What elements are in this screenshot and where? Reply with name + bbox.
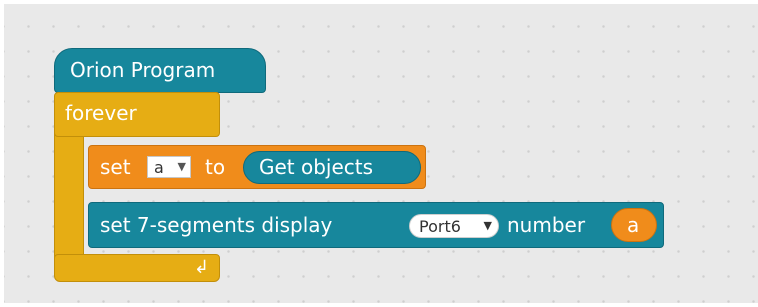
get-objects-reporter[interactable]: Get objects xyxy=(243,151,421,184)
dropdown-arrow-icon: ▼ xyxy=(177,160,186,173)
port-dropdown-value: Port6 xyxy=(419,217,461,236)
display-block-label: set 7-segments display xyxy=(100,213,333,237)
variable-a-reporter[interactable]: a xyxy=(611,208,657,242)
variable-dropdown[interactable]: a ▼ xyxy=(147,156,191,178)
number-label: number xyxy=(507,213,586,237)
get-objects-label: Get objects xyxy=(259,155,374,179)
port-dropdown[interactable]: Port6 ▼ xyxy=(409,214,499,238)
orion-program-hat-block[interactable]: Orion Program xyxy=(54,48,266,93)
set-7-segment-display-block[interactable]: set 7-segments display Port6 ▼ number a xyxy=(88,202,664,248)
loop-arrow-icon: ↲ xyxy=(193,257,209,278)
to-label: to xyxy=(205,155,226,179)
variable-dropdown-value: a xyxy=(154,158,164,177)
forever-block-bottom[interactable]: ↲ xyxy=(54,254,220,282)
hat-block-label: Orion Program xyxy=(70,58,216,82)
forever-block[interactable]: forever xyxy=(54,92,220,137)
dropdown-arrow-icon: ▼ xyxy=(483,219,492,232)
variable-a-label: a xyxy=(627,213,640,237)
set-variable-block[interactable]: set a ▼ to Get objects xyxy=(88,145,426,189)
forever-block-arm[interactable] xyxy=(54,132,84,262)
block-workspace[interactable]: Orion Program forever ↲ set a ▼ to Get o… xyxy=(4,4,758,303)
forever-label: forever xyxy=(65,101,137,125)
set-label: set xyxy=(100,155,131,179)
